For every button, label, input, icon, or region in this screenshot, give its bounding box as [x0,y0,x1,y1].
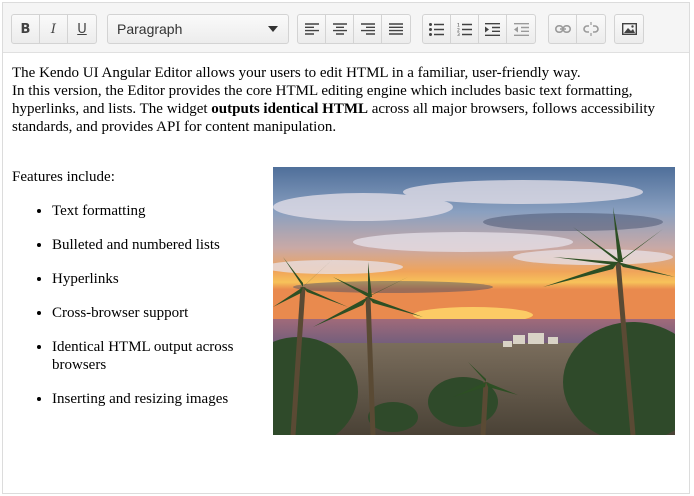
text-style-group: B I U [11,14,97,44]
align-center-icon [332,23,347,35]
features-section: Features include: Text formatting Bullet… [12,168,262,424]
indent-icon [485,22,500,36]
align-justify-icon [389,23,403,35]
indent-button[interactable] [479,15,507,43]
list-item: Text formatting [52,202,262,220]
unlink-icon [583,22,599,36]
link-group [548,14,606,44]
sunset-palm-image[interactable] [273,167,675,435]
rich-text-editor: B I U Paragraph 1 2 3 The Kendo UI Angul… [2,2,690,494]
svg-text:3: 3 [457,32,460,36]
align-center-button[interactable] [326,15,354,43]
editor-content[interactable]: The Kendo UI Angular Editor allows your … [12,64,681,407]
insert-image-button[interactable] [615,15,643,43]
align-right-button[interactable] [354,15,382,43]
italic-button[interactable]: I [40,15,68,43]
intro-paragraph: The Kendo UI Angular Editor allows your … [12,64,680,136]
sunset-palm-picture [273,167,675,435]
bulleted-list-button[interactable] [423,15,451,43]
features-list: Text formatting Bulleted and numbered li… [12,202,262,408]
format-block-value: Paragraph [117,21,183,37]
image-group [614,14,644,44]
list-item: Hyperlinks [52,270,262,288]
editor-toolbar: B I U Paragraph 1 2 3 [3,3,689,53]
intro-line-2: In this version, the Editor provides the… [12,82,680,136]
format-block-dropdown[interactable]: Paragraph [107,14,289,44]
align-left-button[interactable] [298,15,326,43]
numbered-list-button[interactable]: 123 [451,15,479,43]
align-right-icon [360,23,375,35]
link-icon [554,24,571,34]
features-heading: Features include: [12,169,115,185]
underline-button[interactable]: U [68,15,96,43]
list-item: Bulleted and numbered lists [52,236,262,254]
align-justify-button[interactable] [382,15,410,43]
outdent-icon [513,22,529,36]
insert-link-button[interactable] [549,15,577,43]
numbered-list-icon: 123 [457,23,472,36]
list-item: Identical HTML output across browsers [52,338,262,374]
intro-bold-text: outputs identical HTML [211,101,368,117]
outdent-button[interactable] [507,15,535,43]
bulleted-list-icon [429,22,444,36]
intro-line-1: The Kendo UI Angular Editor allows your … [12,65,581,81]
alignment-group [297,14,411,44]
bold-button[interactable]: B [12,15,40,43]
list-item: Cross-browser support [52,304,262,322]
chevron-down-icon [268,26,278,32]
align-left-icon [304,23,319,35]
list-item: Inserting and resizing images [52,390,262,408]
unlink-button[interactable] [577,15,605,43]
insert-image-icon [621,23,637,35]
list-indent-group: 123 [422,14,536,44]
